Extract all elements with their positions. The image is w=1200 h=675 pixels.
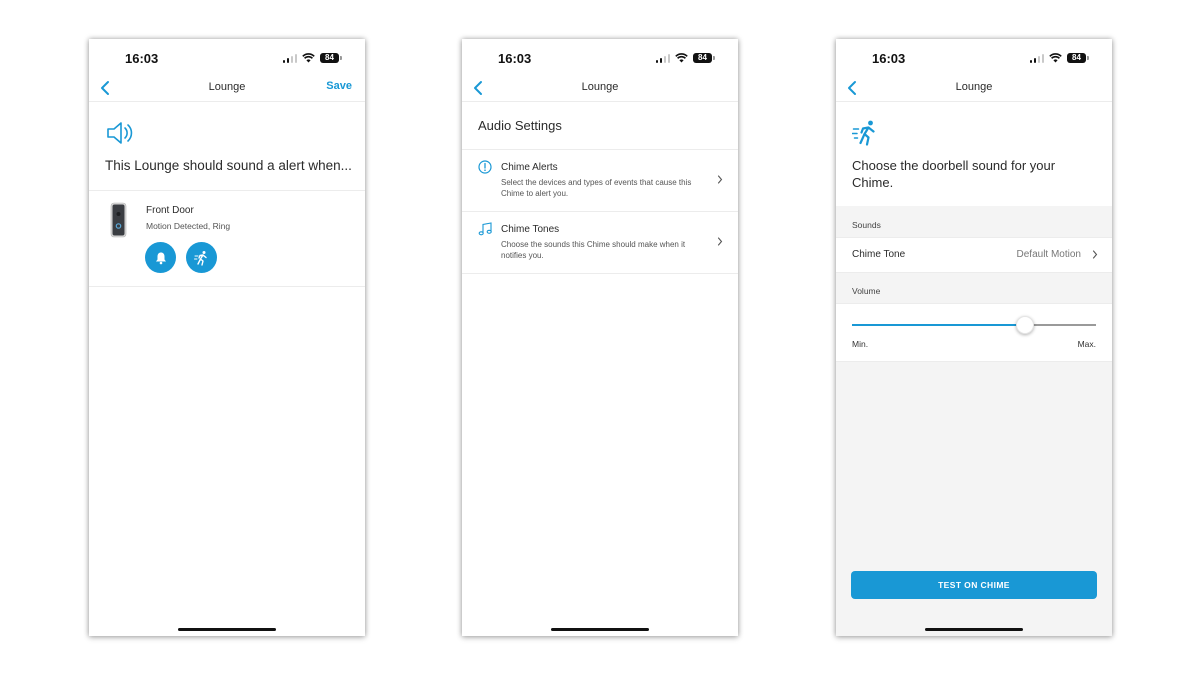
wifi-icon bbox=[675, 53, 688, 63]
nav-bar: Lounge Save bbox=[89, 75, 365, 101]
phone-screen-chime-sound: 16:03 84 Lounge Choose the doorbell soun… bbox=[836, 39, 1112, 636]
divider bbox=[89, 286, 365, 287]
battery-indicator: 84 bbox=[693, 53, 715, 63]
wifi-icon bbox=[1049, 53, 1062, 63]
nav-bar: Lounge bbox=[836, 75, 1112, 101]
chime-tones-row[interactable]: Chime Tones Choose the sounds this Chime… bbox=[462, 212, 738, 274]
volume-min-label: Min. bbox=[852, 339, 869, 349]
bell-icon bbox=[155, 252, 166, 264]
status-bar: 16:03 84 bbox=[462, 39, 738, 75]
music-note-icon bbox=[478, 222, 492, 236]
wifi-icon bbox=[302, 53, 315, 63]
phone-screen-audio-settings: 16:03 84 Lounge Audio Settings Chime Ale… bbox=[462, 39, 738, 636]
cellular-signal-icon bbox=[1029, 53, 1044, 63]
battery-indicator: 84 bbox=[1067, 53, 1089, 63]
slider-fill bbox=[852, 324, 1026, 326]
divider bbox=[462, 273, 738, 274]
motion-icon bbox=[852, 120, 875, 146]
motion-alert-toggle[interactable] bbox=[186, 242, 217, 273]
status-bar: 16:03 84 bbox=[836, 39, 1112, 75]
status-time: 16:03 bbox=[872, 51, 906, 66]
chevron-right-icon bbox=[717, 175, 723, 184]
sounds-section-header: Sounds bbox=[836, 206, 1112, 237]
sounds-label: Sounds bbox=[852, 220, 881, 230]
doorbell-device-image bbox=[110, 202, 127, 238]
status-time: 16:03 bbox=[125, 51, 159, 66]
nav-bar: Lounge bbox=[462, 75, 738, 101]
divider bbox=[462, 101, 738, 102]
chime-sound-heading: Choose the doorbell sound for your Chime… bbox=[852, 158, 1056, 190]
chime-tone-label: Chime Tone bbox=[852, 249, 906, 260]
phone-screen-alert-devices: 16:03 84 Lounge Save This Lounge should … bbox=[89, 39, 365, 636]
home-indicator bbox=[925, 628, 1023, 631]
device-subtitle: Motion Detected, Ring bbox=[146, 221, 231, 231]
home-indicator bbox=[551, 628, 649, 631]
section-title: Audio Settings bbox=[478, 118, 562, 133]
volume-label: Volume bbox=[852, 286, 881, 296]
ring-alert-toggle[interactable] bbox=[145, 242, 176, 273]
device-name: Front Door bbox=[146, 205, 194, 216]
row-title: Chime Alerts bbox=[501, 162, 558, 173]
row-title: Chime Tones bbox=[501, 224, 560, 235]
chevron-right-icon bbox=[1092, 250, 1098, 259]
status-icons: 84 bbox=[282, 53, 342, 63]
cellular-signal-icon bbox=[282, 53, 297, 63]
status-time: 16:03 bbox=[498, 51, 532, 66]
row-description: Select the devices and types of events t… bbox=[501, 178, 692, 198]
speaker-icon bbox=[107, 122, 133, 144]
battery-indicator: 84 bbox=[320, 53, 342, 63]
divider bbox=[89, 190, 365, 191]
motion-icon bbox=[193, 250, 207, 266]
row-description: Choose the sounds this Chime should make… bbox=[501, 240, 686, 260]
nav-title: Lounge bbox=[208, 81, 246, 93]
chevron-right-icon bbox=[717, 237, 723, 246]
test-on-chime-button[interactable]: TEST ON CHIME bbox=[851, 571, 1097, 599]
divider bbox=[836, 303, 1112, 304]
cellular-signal-icon bbox=[655, 53, 670, 63]
status-icons: 84 bbox=[655, 53, 715, 63]
chime-alerts-row[interactable]: Chime Alerts Select the devices and type… bbox=[462, 150, 738, 212]
alert-heading: This Lounge should sound a alert when... bbox=[105, 158, 352, 173]
chime-tone-value: Default Motion bbox=[1016, 249, 1081, 260]
volume-slider[interactable] bbox=[852, 316, 1096, 334]
volume-max-label: Max. bbox=[1077, 339, 1096, 349]
info-icon bbox=[478, 160, 492, 174]
nav-title: Lounge bbox=[955, 81, 993, 93]
save-button[interactable]: Save bbox=[326, 80, 352, 92]
volume-section-header: Volume bbox=[836, 273, 1112, 303]
slider-thumb[interactable] bbox=[1016, 316, 1035, 334]
nav-title: Lounge bbox=[581, 81, 619, 93]
divider bbox=[89, 101, 365, 102]
status-bar: 16:03 84 bbox=[89, 39, 365, 75]
status-icons: 84 bbox=[1029, 53, 1089, 63]
divider bbox=[836, 101, 1112, 102]
home-indicator bbox=[178, 628, 276, 631]
